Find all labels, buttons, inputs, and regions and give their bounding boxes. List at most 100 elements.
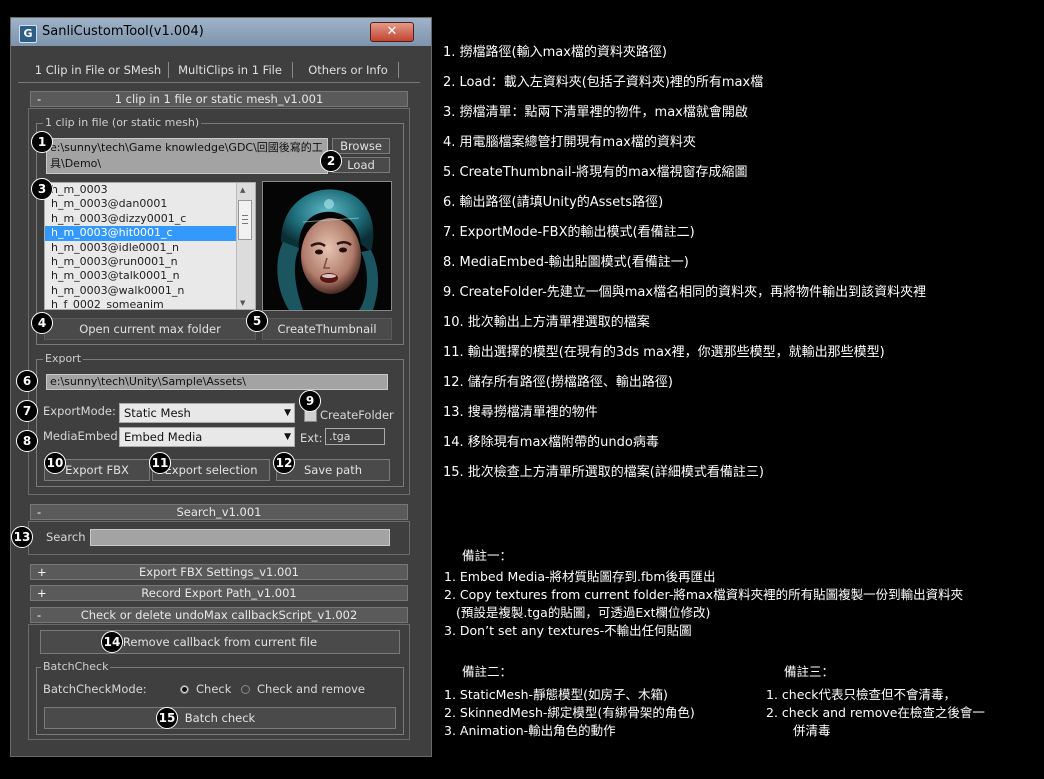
tab-separator: [398, 62, 399, 78]
rollout-export-fbx-settings[interactable]: + Export FBX Settings_v1.001: [30, 564, 408, 580]
list-item[interactable]: h_m_0003@walk0001_n: [45, 284, 255, 298]
clip-list-items: h_m_0003 h_m_0003@dan0001 h_m_0003@dizzy00…: [45, 183, 255, 309]
badge-1: 1: [31, 131, 53, 153]
list-item[interactable]: h_m_0003@talk0001_n: [45, 269, 255, 283]
remark1-line: 3. Don’t set any textures-不輸出任何貼圖: [444, 623, 692, 638]
remark1-line: 2. Copy textures from current folder-將ma…: [444, 587, 964, 602]
list-item[interactable]: h_f_0002_someanim: [45, 298, 255, 309]
create-thumbnail-button[interactable]: CreateThumbnail: [262, 318, 392, 340]
clip-group-label: 1 clip in file (or static mesh): [43, 116, 202, 129]
badge-14: 14: [101, 631, 123, 653]
source-path-input[interactable]: e:\sunny\tech\Game knowledge\GDC\回國後寫的工具…: [46, 138, 328, 174]
batch-check-button[interactable]: Batch check: [44, 707, 396, 729]
window-title: SanliCustomTool(v1.004): [42, 24, 204, 39]
chevron-down-icon: ▼: [284, 408, 291, 418]
badge-3: 3: [31, 178, 53, 200]
search-input[interactable]: [90, 529, 390, 546]
note-3: 3. 撈檔清單：點兩下清單裡的物件，max檔就會開啟: [443, 105, 748, 120]
media-embed-value: Embed Media: [124, 430, 203, 444]
tab-others[interactable]: Others or Info: [298, 60, 398, 80]
create-folder-label: CreateFolder: [320, 408, 394, 422]
expand-icon: +: [37, 586, 47, 600]
expand-icon: +: [37, 565, 47, 579]
note-12: 12. 儲存所有路徑(撈檔路徑、輸出路徑): [443, 375, 673, 390]
note-13: 13. 搜尋撈檔清單裡的物件: [443, 405, 598, 420]
ext-input[interactable]: .tga: [325, 428, 385, 445]
badge-12: 12: [273, 452, 295, 474]
export-mode-value: Static Mesh: [124, 406, 191, 420]
remark1-title: 備註一：: [462, 548, 513, 563]
list-item[interactable]: h_m_0003@hit0001_c: [45, 226, 255, 241]
badge-6: 6: [16, 370, 38, 392]
note-11: 11. 輸出選擇的模型(在現有的3ds max裡，你選那些模型，就輸出那些模型): [443, 345, 885, 360]
remark3-line: 2. check and remove在檢查之後會一: [766, 705, 985, 720]
tab-multiclips[interactable]: MultiClips in 1 File: [172, 60, 288, 80]
remark3-line: 併清毒: [793, 723, 831, 738]
list-item[interactable]: h_m_0003@dan0001: [45, 197, 255, 211]
remark3-line: 1. check代表只檢查但不會清毒，: [766, 687, 956, 702]
note-6: 6. 輸出路徑(請填Unity的Assets路徑): [443, 195, 664, 210]
ext-label: Ext:: [300, 431, 323, 445]
badge-4: 4: [31, 312, 53, 334]
rollout-title: Check or delete undoMax callbackScript_v…: [80, 608, 358, 622]
rollout-search-header[interactable]: - Search_v1.001: [30, 504, 408, 520]
tab-separator: [168, 62, 169, 78]
note-4: 4. 用電腦檔案總管打開現有max檔的資料夾: [443, 135, 696, 150]
tab-separator: [292, 62, 293, 78]
scrollbar-thumb[interactable]: [238, 200, 252, 240]
rollout-title: Search_v1.001: [176, 505, 262, 519]
remark1-line: (預設是複製.tga的貼圖，可透過Ext欄位修改): [456, 605, 711, 620]
note-10: 10. 批次輸出上方清單裡選取的檔案: [443, 315, 650, 330]
list-item[interactable]: h_m_0003@dizzy0001_c: [45, 212, 255, 226]
media-embed-dropdown[interactable]: Embed Media ▼: [119, 427, 295, 447]
remark2-line: 2. SkinnedMesh-綁定模型(有綁骨架的角色): [444, 705, 695, 720]
open-max-folder-button[interactable]: Open current max folder: [44, 318, 256, 340]
character-thumbnail-image: [263, 182, 391, 310]
remark2-title: 備註二：: [462, 664, 513, 679]
clip-list[interactable]: h_m_0003 h_m_0003@dan0001 h_m_0003@dizzy00…: [44, 182, 256, 310]
list-item[interactable]: h_m_0003@run0001_n: [45, 255, 255, 269]
rollout-title: Export FBX Settings_v1.001: [139, 565, 299, 579]
thumbnail-preview: [262, 181, 392, 311]
tab-1-clip[interactable]: 1 Clip in File or SMesh: [32, 60, 164, 80]
close-icon[interactable]: ✕: [370, 22, 414, 42]
remark2-line: 3. Animation-輸出角色的動作: [444, 723, 616, 738]
export-mode-label: ExportMode:: [43, 404, 116, 418]
export-mode-dropdown[interactable]: Static Mesh ▼: [119, 403, 295, 423]
list-item[interactable]: h_m_0003: [45, 183, 255, 197]
note-5: 5. CreateThumbnail-將現有的max檔視窗存成縮圖: [443, 165, 748, 180]
badge-10: 10: [44, 452, 66, 474]
scroll-up-icon[interactable]: ▲: [240, 186, 245, 194]
browse-button[interactable]: Browse: [332, 138, 390, 154]
radio-check-and-remove-label: Check and remove: [257, 682, 365, 696]
export-path-input[interactable]: e:\sunny\tech\Unity\Sample\Assets\: [46, 374, 388, 390]
batch-mode-label: BatchCheckMode:: [43, 682, 147, 696]
badge-11: 11: [149, 452, 171, 474]
remark3-title: 備註三：: [784, 664, 835, 679]
note-9: 9. CreateFolder-先建立一個與max檔名相同的資料夾，再將物件輸出…: [443, 285, 927, 300]
collapse-icon: -: [37, 92, 42, 106]
badge-9: 9: [299, 390, 321, 412]
note-1: 1. 撈檔路徑(輸入max檔的資料夾路徑): [443, 45, 668, 60]
radio-selected-dot: [182, 687, 187, 692]
rollout-main-header[interactable]: - 1 clip in 1 file or static mesh_v1.001: [30, 91, 408, 107]
badge-8: 8: [16, 430, 38, 452]
rollout-record-export-path[interactable]: + Record Export Path_v1.001: [30, 585, 408, 601]
app-icon: G: [19, 25, 37, 43]
remark1-line: 1. Embed Media-將材質貼圖存到.fbm後再匯出: [444, 569, 716, 584]
radio-check-label: Check: [196, 682, 232, 696]
note-2: 2. Load：載入左資料夾(包括子資料夾)裡的所有max檔: [443, 75, 764, 90]
remove-callback-button[interactable]: Remove callback from current file: [40, 630, 400, 654]
remark2-line: 1. StaticMesh-靜態模型(如房子、木箱): [444, 687, 668, 702]
note-7: 7. ExportMode-FBX的輸出模式(看備註二): [443, 225, 695, 240]
rollout-undo-header[interactable]: - Check or delete undoMax callbackScript…: [30, 607, 408, 623]
badge-5: 5: [246, 310, 268, 332]
chevron-down-icon: ▼: [284, 432, 291, 442]
list-item[interactable]: h_m_0003@idle0001_n: [45, 241, 255, 255]
scroll-down-icon[interactable]: ▼: [240, 299, 245, 307]
radio-check-and-remove[interactable]: [241, 685, 250, 694]
badge-7: 7: [16, 400, 38, 422]
note-8: 8. MediaEmbed-輸出貼圖模式(看備註一): [443, 255, 689, 270]
rollout-title: 1 clip in 1 file or static mesh_v1.001: [114, 92, 324, 106]
collapse-icon: -: [37, 505, 42, 519]
